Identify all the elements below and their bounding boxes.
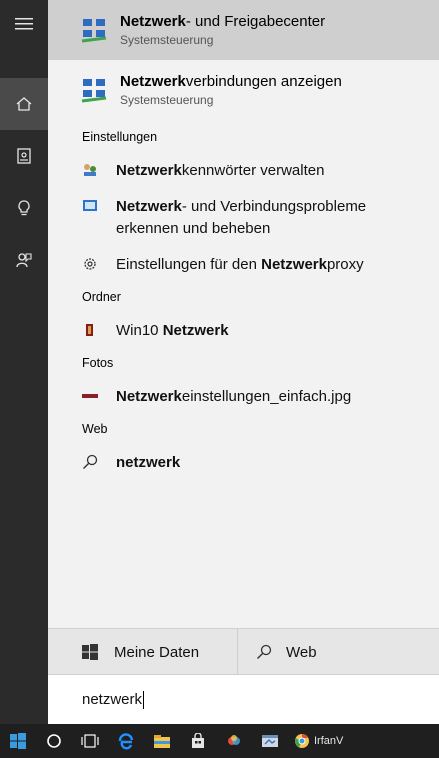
users-icon <box>82 162 98 178</box>
chrome-icon <box>294 734 309 748</box>
result-title-rest: verbindungen anzeigen <box>185 73 342 90</box>
home-button[interactable] <box>0 78 48 130</box>
search-panel: Netzwerk- und Freigabecenter Systemsteue… <box>48 0 439 724</box>
result-network-sharing-center[interactable]: Netzwerk- und Freigabecenter Systemsteue… <box>48 0 439 60</box>
windows-logo-icon <box>10 733 26 749</box>
item-rest: kennwörter verwalten <box>181 161 325 179</box>
item-pre: Einstellungen für den <box>116 255 262 273</box>
taskbar-app-label: IrfanV <box>314 735 344 747</box>
tab-my-data[interactable]: Meine Daten <box>48 629 238 675</box>
start-button[interactable] <box>0 724 36 758</box>
item-bold: Netzwerk <box>116 387 182 405</box>
reminders-button[interactable] <box>0 182 48 234</box>
item-rest: einstellungen_einfach.jpg <box>181 387 352 405</box>
item-bold: Netzwerk <box>116 161 182 179</box>
search-results: Netzwerk- und Freigabecenter Systemsteue… <box>48 0 439 628</box>
image-file-icon <box>82 388 98 404</box>
list-item[interactable]: Win10 Netzwerk <box>48 310 439 350</box>
folder-icon <box>154 735 170 748</box>
search-query: netzwerk <box>82 691 143 708</box>
result-title-bold: Netzwerk <box>120 13 186 30</box>
tab-label: Meine Daten <box>114 643 200 661</box>
start-sidebar <box>0 0 48 724</box>
text-caret <box>143 690 145 709</box>
item-bold: Netzwerk <box>162 321 229 339</box>
list-item[interactable]: Einstellungen für den Netzwerkproxy <box>48 244 439 284</box>
windows-icon <box>82 644 98 660</box>
taskbar-explorer[interactable] <box>144 724 180 758</box>
window-icon <box>262 735 278 747</box>
taskbar-edge[interactable] <box>108 724 144 758</box>
taskbar-app[interactable] <box>216 724 252 758</box>
feedback-icon <box>16 253 32 268</box>
search-input[interactable]: netzwerk <box>48 674 439 724</box>
tab-web[interactable]: Web <box>238 629 438 675</box>
taskbar-store[interactable] <box>180 724 216 758</box>
result-title-rest: - und Freigabecenter <box>185 13 326 30</box>
cortana-button[interactable] <box>36 724 72 758</box>
section-header-settings: Einstellungen <box>82 130 158 144</box>
notebook-icon <box>17 148 31 164</box>
folder-icon <box>82 322 98 338</box>
item-rest: - und Verbindungsprobleme <box>181 198 367 215</box>
taskbar: IrfanV <box>0 724 439 758</box>
store-icon <box>192 733 204 748</box>
network-icon <box>81 19 107 43</box>
hamburger-menu-button[interactable] <box>0 0 48 48</box>
result-subtitle: Systemsteuerung <box>120 93 214 107</box>
result-network-connections[interactable]: Netzwerkverbindungen anzeigen Systemsteu… <box>48 60 439 120</box>
list-item[interactable]: Netzwerk- und Verbindungsprobleme erkenn… <box>48 190 439 244</box>
section-header-photos: Fotos <box>82 356 114 370</box>
troubleshoot-icon <box>82 198 98 214</box>
lightbulb-icon <box>18 200 30 216</box>
list-item[interactable]: Netzwerkkennwörter verwalten <box>48 150 439 190</box>
taskbar-settings-app[interactable] <box>252 724 288 758</box>
hamburger-icon <box>15 18 33 30</box>
cortana-icon <box>47 734 61 748</box>
gear-icon <box>82 256 98 272</box>
result-subtitle: Systemsteuerung <box>120 33 214 47</box>
network-icon <box>81 79 107 103</box>
notebook-button[interactable] <box>0 130 48 182</box>
search-icon <box>82 454 98 470</box>
section-header-web: Web <box>82 422 108 436</box>
feedback-button[interactable] <box>0 234 48 286</box>
item-bold: Netzwerk <box>261 255 327 273</box>
section-header-folders: Ordner <box>82 290 121 304</box>
list-item[interactable]: netzwerk <box>48 442 439 482</box>
item-bold: Netzwerk <box>116 198 182 215</box>
item-rest: proxy <box>326 255 364 273</box>
scope-tabs: Meine Daten Web <box>48 628 439 675</box>
edge-icon <box>118 733 134 750</box>
web-search-term: netzwerk <box>116 453 181 471</box>
colorful-app-icon <box>228 735 240 745</box>
result-title-bold: Netzwerk <box>120 73 186 90</box>
item-pre: Win10 <box>116 321 163 339</box>
item-line2: erkennen und beheben <box>116 220 271 237</box>
home-icon <box>16 97 32 111</box>
taskbar-irfanview[interactable]: IrfanV <box>288 724 343 758</box>
task-view-icon <box>81 734 99 748</box>
list-item[interactable]: Netzwerkeinstellungen_einfach.jpg <box>48 376 439 416</box>
task-view-button[interactable] <box>72 724 108 758</box>
search-icon <box>257 644 272 659</box>
tab-label: Web <box>286 643 317 661</box>
